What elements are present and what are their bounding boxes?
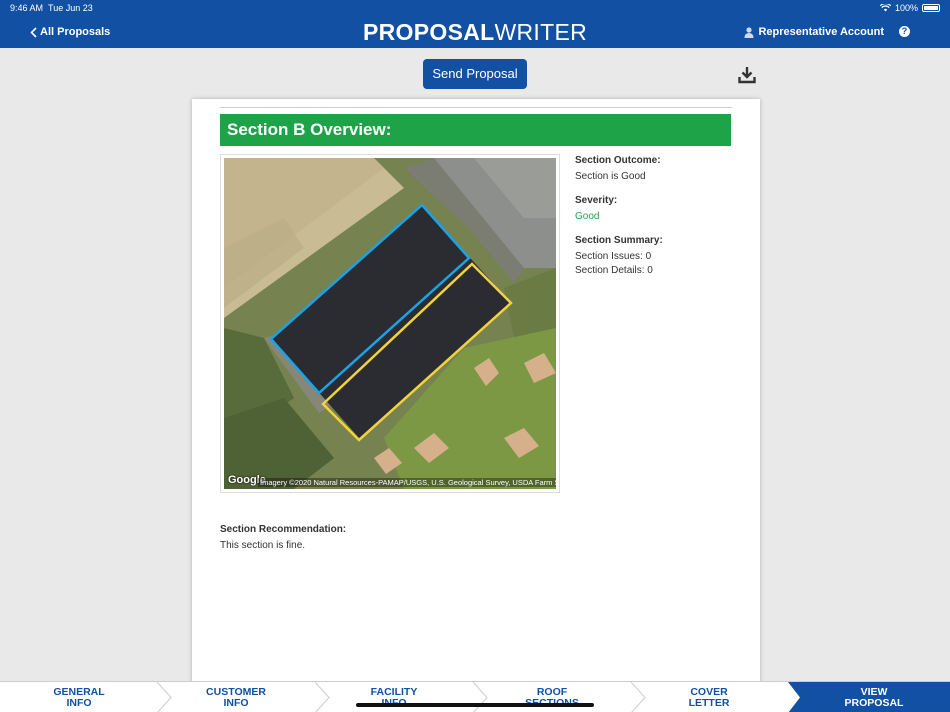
map-attribution: Imagery ©2020 Natural Resources-PAMAP/US… xyxy=(258,478,556,487)
account-label: Representative Account xyxy=(758,26,884,38)
status-time: 9:46 AM Tue Jun 23 xyxy=(10,3,93,13)
satellite-image xyxy=(224,158,556,489)
aerial-map: Google Imagery ©2020 Natural Resources-P… xyxy=(224,158,556,489)
status-clock: 9:46 AM xyxy=(10,3,44,13)
divider xyxy=(220,107,732,108)
help-icon[interactable]: ? xyxy=(899,26,910,37)
step-general-info[interactable]: GENERAL INFO xyxy=(0,682,158,712)
step-navigation: GENERALINFO CUSTOMERINFO FACILITYINFO RO… xyxy=(0,681,950,712)
home-indicator xyxy=(356,703,594,707)
brand-light: WRITER xyxy=(494,19,587,45)
summary-label: Section Summary: xyxy=(575,235,663,246)
issues-count: Section Issues: 0 xyxy=(575,251,652,262)
battery-percent: 100% xyxy=(894,3,918,13)
summary-group: Section Summary: Section Issues: 0 Secti… xyxy=(575,235,745,276)
account-button[interactable]: Representative Account xyxy=(744,26,884,38)
download-icon[interactable] xyxy=(738,66,756,84)
user-icon xyxy=(744,26,754,38)
brand-bold: PROPOSAL xyxy=(363,19,495,45)
outcome-value: Section is Good xyxy=(575,171,646,182)
section-title: Section B Overview: xyxy=(220,114,731,146)
step-view-proposal[interactable]: VIEW PROPOSAL xyxy=(788,682,950,712)
section-info: Section Outcome: Section is Good Severit… xyxy=(575,155,745,289)
proposal-document: Section B Overview: Google Imagery ©2020… xyxy=(192,99,760,689)
severity-group: Severity: Good xyxy=(575,195,745,222)
status-indicators: 100% xyxy=(879,3,940,13)
app-header: 9:46 AM Tue Jun 23 100% All Proposals PR… xyxy=(0,0,950,48)
details-count: Section Details: 0 xyxy=(575,265,653,276)
severity-value: Good xyxy=(575,211,600,222)
recommendation-value: This section is fine. xyxy=(220,540,306,551)
recommendation-label: Section Recommendation: xyxy=(220,524,347,535)
wifi-icon xyxy=(879,4,891,12)
step-facility-info[interactable]: FACILITYINFO xyxy=(323,682,465,712)
step-customer-info[interactable]: CUSTOMER INFO xyxy=(165,682,307,712)
step-roof-sections[interactable]: ROOFSECTIONS xyxy=(481,682,623,712)
aerial-map-frame: Google Imagery ©2020 Natural Resources-P… xyxy=(220,154,560,493)
outcome-group: Section Outcome: Section is Good xyxy=(575,155,745,182)
recommendation: Section Recommendation: This section is … xyxy=(220,524,346,551)
status-date: Tue Jun 23 xyxy=(48,3,93,13)
send-proposal-button[interactable]: Send Proposal xyxy=(423,59,527,89)
step-cover-letter[interactable]: COVER LETTER xyxy=(639,682,779,712)
severity-label: Severity: xyxy=(575,195,618,206)
battery-icon xyxy=(922,4,940,12)
outcome-label: Section Outcome: xyxy=(575,155,661,166)
